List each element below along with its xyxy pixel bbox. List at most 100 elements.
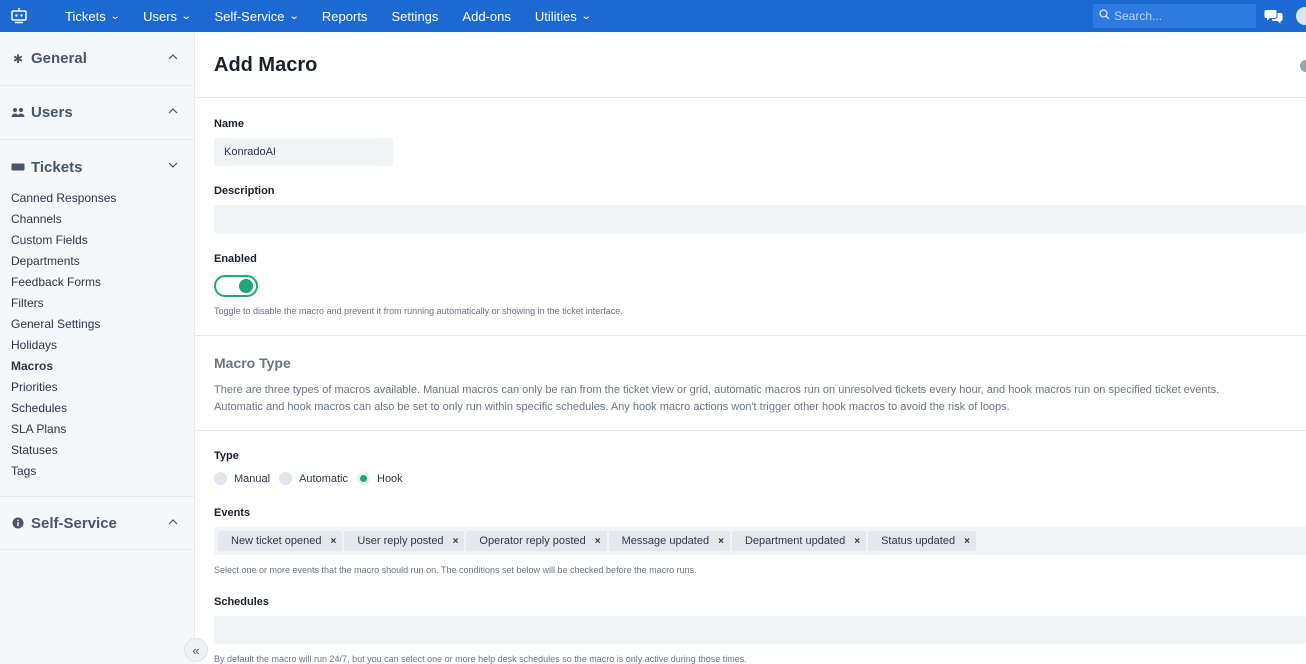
description-input[interactable] (214, 205, 1306, 233)
divider (195, 430, 1306, 431)
chat-icon[interactable] (1264, 7, 1284, 25)
event-tag: Department updated × (731, 531, 867, 551)
help-icon[interactable] (1300, 60, 1306, 72)
remove-tag-icon[interactable]: × (453, 536, 459, 547)
events-label: Events (214, 507, 251, 519)
sidebar-item-macros[interactable]: Macros (11, 359, 53, 373)
sidebar-item-custom-fields[interactable]: Custom Fields (11, 233, 88, 247)
nav-users[interactable]: Users ⌄ (131, 0, 202, 32)
event-tag-label: Operator reply posted (479, 535, 586, 547)
gear-icon: ✱ (12, 51, 24, 66)
nav-add-ons[interactable]: Add-ons (450, 0, 522, 32)
event-tag: Message updated × (608, 531, 730, 551)
sidebar-section-label: Tickets (31, 158, 83, 176)
sidebar-item-filters[interactable]: Filters (11, 296, 44, 310)
type-label: Type (214, 450, 239, 462)
ticket-icon (11, 160, 25, 174)
enabled-hint: Toggle to disable the macro and prevent … (214, 306, 623, 316)
event-tag-label: Message updated (621, 535, 710, 547)
radio-automatic[interactable]: Automatic (279, 472, 348, 485)
nav-utilities[interactable]: Utilities ⌄ (523, 0, 602, 32)
nav-tickets-label: Tickets (65, 8, 106, 24)
enabled-toggle[interactable] (214, 275, 258, 297)
radio-label: Automatic (299, 472, 348, 485)
search-input[interactable]: Search... (1093, 4, 1256, 28)
search-icon (1099, 9, 1110, 23)
events-hint: Select one or more events that the macro… (214, 565, 697, 575)
sidebar-item-general-settings[interactable]: General Settings (11, 317, 100, 331)
page-title: Add Macro (214, 54, 318, 76)
toggle-knob (239, 279, 253, 293)
schedules-hint: By default the macro will run 24/7, but … (214, 654, 747, 664)
event-tag: Operator reply posted × (466, 531, 607, 551)
remove-tag-icon[interactable]: × (854, 536, 860, 547)
sidebar-section-self-service[interactable]: Self-Service (0, 496, 194, 550)
sidebar-section-label: Users (31, 104, 73, 121)
name-input-value: KonradoAI (224, 146, 276, 158)
sidebar-item-sla-plans[interactable]: SLA Plans (11, 422, 66, 436)
avatar[interactable] (1296, 7, 1306, 25)
chevron-down-icon: ⌄ (109, 10, 121, 22)
remove-tag-icon[interactable]: × (331, 536, 337, 547)
events-multiselect[interactable]: New ticket opened × User reply posted × Op… (214, 527, 1306, 555)
nav-settings-label: Settings (391, 8, 439, 24)
robot-logo-icon[interactable] (0, 0, 38, 32)
sidebar-item-statuses[interactable]: Statuses (11, 443, 58, 457)
remove-tag-icon[interactable]: × (964, 536, 970, 547)
radio-manual[interactable]: Manual (214, 472, 270, 485)
sidebar-item-channels[interactable]: Channels (11, 212, 62, 226)
nav-utilities-label: Utilities (534, 8, 577, 24)
nav-self-service-label: Self-Service (214, 8, 285, 24)
macro-type-heading: Macro Type (214, 355, 291, 371)
enabled-label: Enabled (214, 253, 257, 265)
chevron-up-icon (168, 519, 178, 525)
event-tag: New ticket opened × (218, 531, 343, 551)
type-radio-group: Manual Automatic Hook (214, 472, 412, 485)
nav-settings[interactable]: Settings (379, 0, 450, 32)
radio-label: Manual (234, 472, 271, 485)
sidebar-section-general[interactable]: ✱ General (0, 32, 194, 86)
radio-hook[interactable]: Hook (357, 472, 403, 485)
users-icon (11, 106, 25, 120)
remove-tag-icon[interactable]: × (595, 536, 601, 547)
sidebar-item-departments[interactable]: Departments (11, 254, 80, 268)
name-input[interactable]: KonradoAI (214, 138, 393, 166)
macro-type-description: There are three types of macros availabl… (214, 382, 1306, 416)
radio-dot (279, 472, 293, 485)
nav-add-ons-label: Add-ons (462, 8, 511, 24)
sidebar-item-priorities[interactable]: Priorities (11, 380, 58, 394)
remove-tag-icon[interactable]: × (718, 536, 724, 547)
divider (195, 335, 1306, 336)
sidebar-section-label: Self-Service (31, 514, 117, 532)
sidebar-item-tags[interactable]: Tags (11, 464, 36, 478)
sidebar-item-feedback-forms[interactable]: Feedback Forms (11, 275, 101, 289)
main-content: Add Macro Name KonradoAI Description Ena… (195, 32, 1306, 664)
macro-type-description-line: There are three types of macros availabl… (214, 384, 1220, 396)
divider (195, 97, 1306, 98)
nav-reports[interactable]: Reports (310, 0, 380, 32)
sidebar-item-holidays[interactable]: Holidays (11, 338, 57, 352)
radio-dot (214, 472, 227, 485)
nav-self-service[interactable]: Self-Service ⌄ (202, 0, 309, 32)
sidebar: ✱ General Users Tickets Canned Responses… (0, 32, 195, 664)
info-icon (11, 516, 25, 530)
chevron-up-icon (168, 54, 178, 60)
event-tag-label: Status updated (881, 535, 956, 547)
schedules-multiselect[interactable] (214, 616, 1306, 644)
nav-reports-label: Reports (321, 8, 368, 24)
sidebar-item-schedules[interactable]: Schedules (11, 401, 67, 415)
description-label: Description (214, 185, 275, 197)
sidebar-section-label: General (31, 50, 87, 67)
sidebar-item-canned-responses[interactable]: Canned Responses (11, 191, 116, 205)
event-tag: Status updated × (868, 531, 976, 551)
nav-users-label: Users (143, 8, 178, 24)
search-placeholder: Search... (1114, 9, 1163, 23)
sidebar-section-tickets[interactable]: Tickets (0, 140, 194, 194)
nav-tickets[interactable]: Tickets ⌄ (53, 0, 131, 32)
event-tag-label: Department updated (744, 535, 846, 547)
event-tag: User reply posted × (344, 531, 465, 551)
radio-dot-selected (357, 472, 370, 485)
chevron-down-icon (168, 162, 178, 168)
sidebar-section-users[interactable]: Users (0, 86, 194, 140)
chevron-down-icon: ⌄ (288, 10, 300, 22)
